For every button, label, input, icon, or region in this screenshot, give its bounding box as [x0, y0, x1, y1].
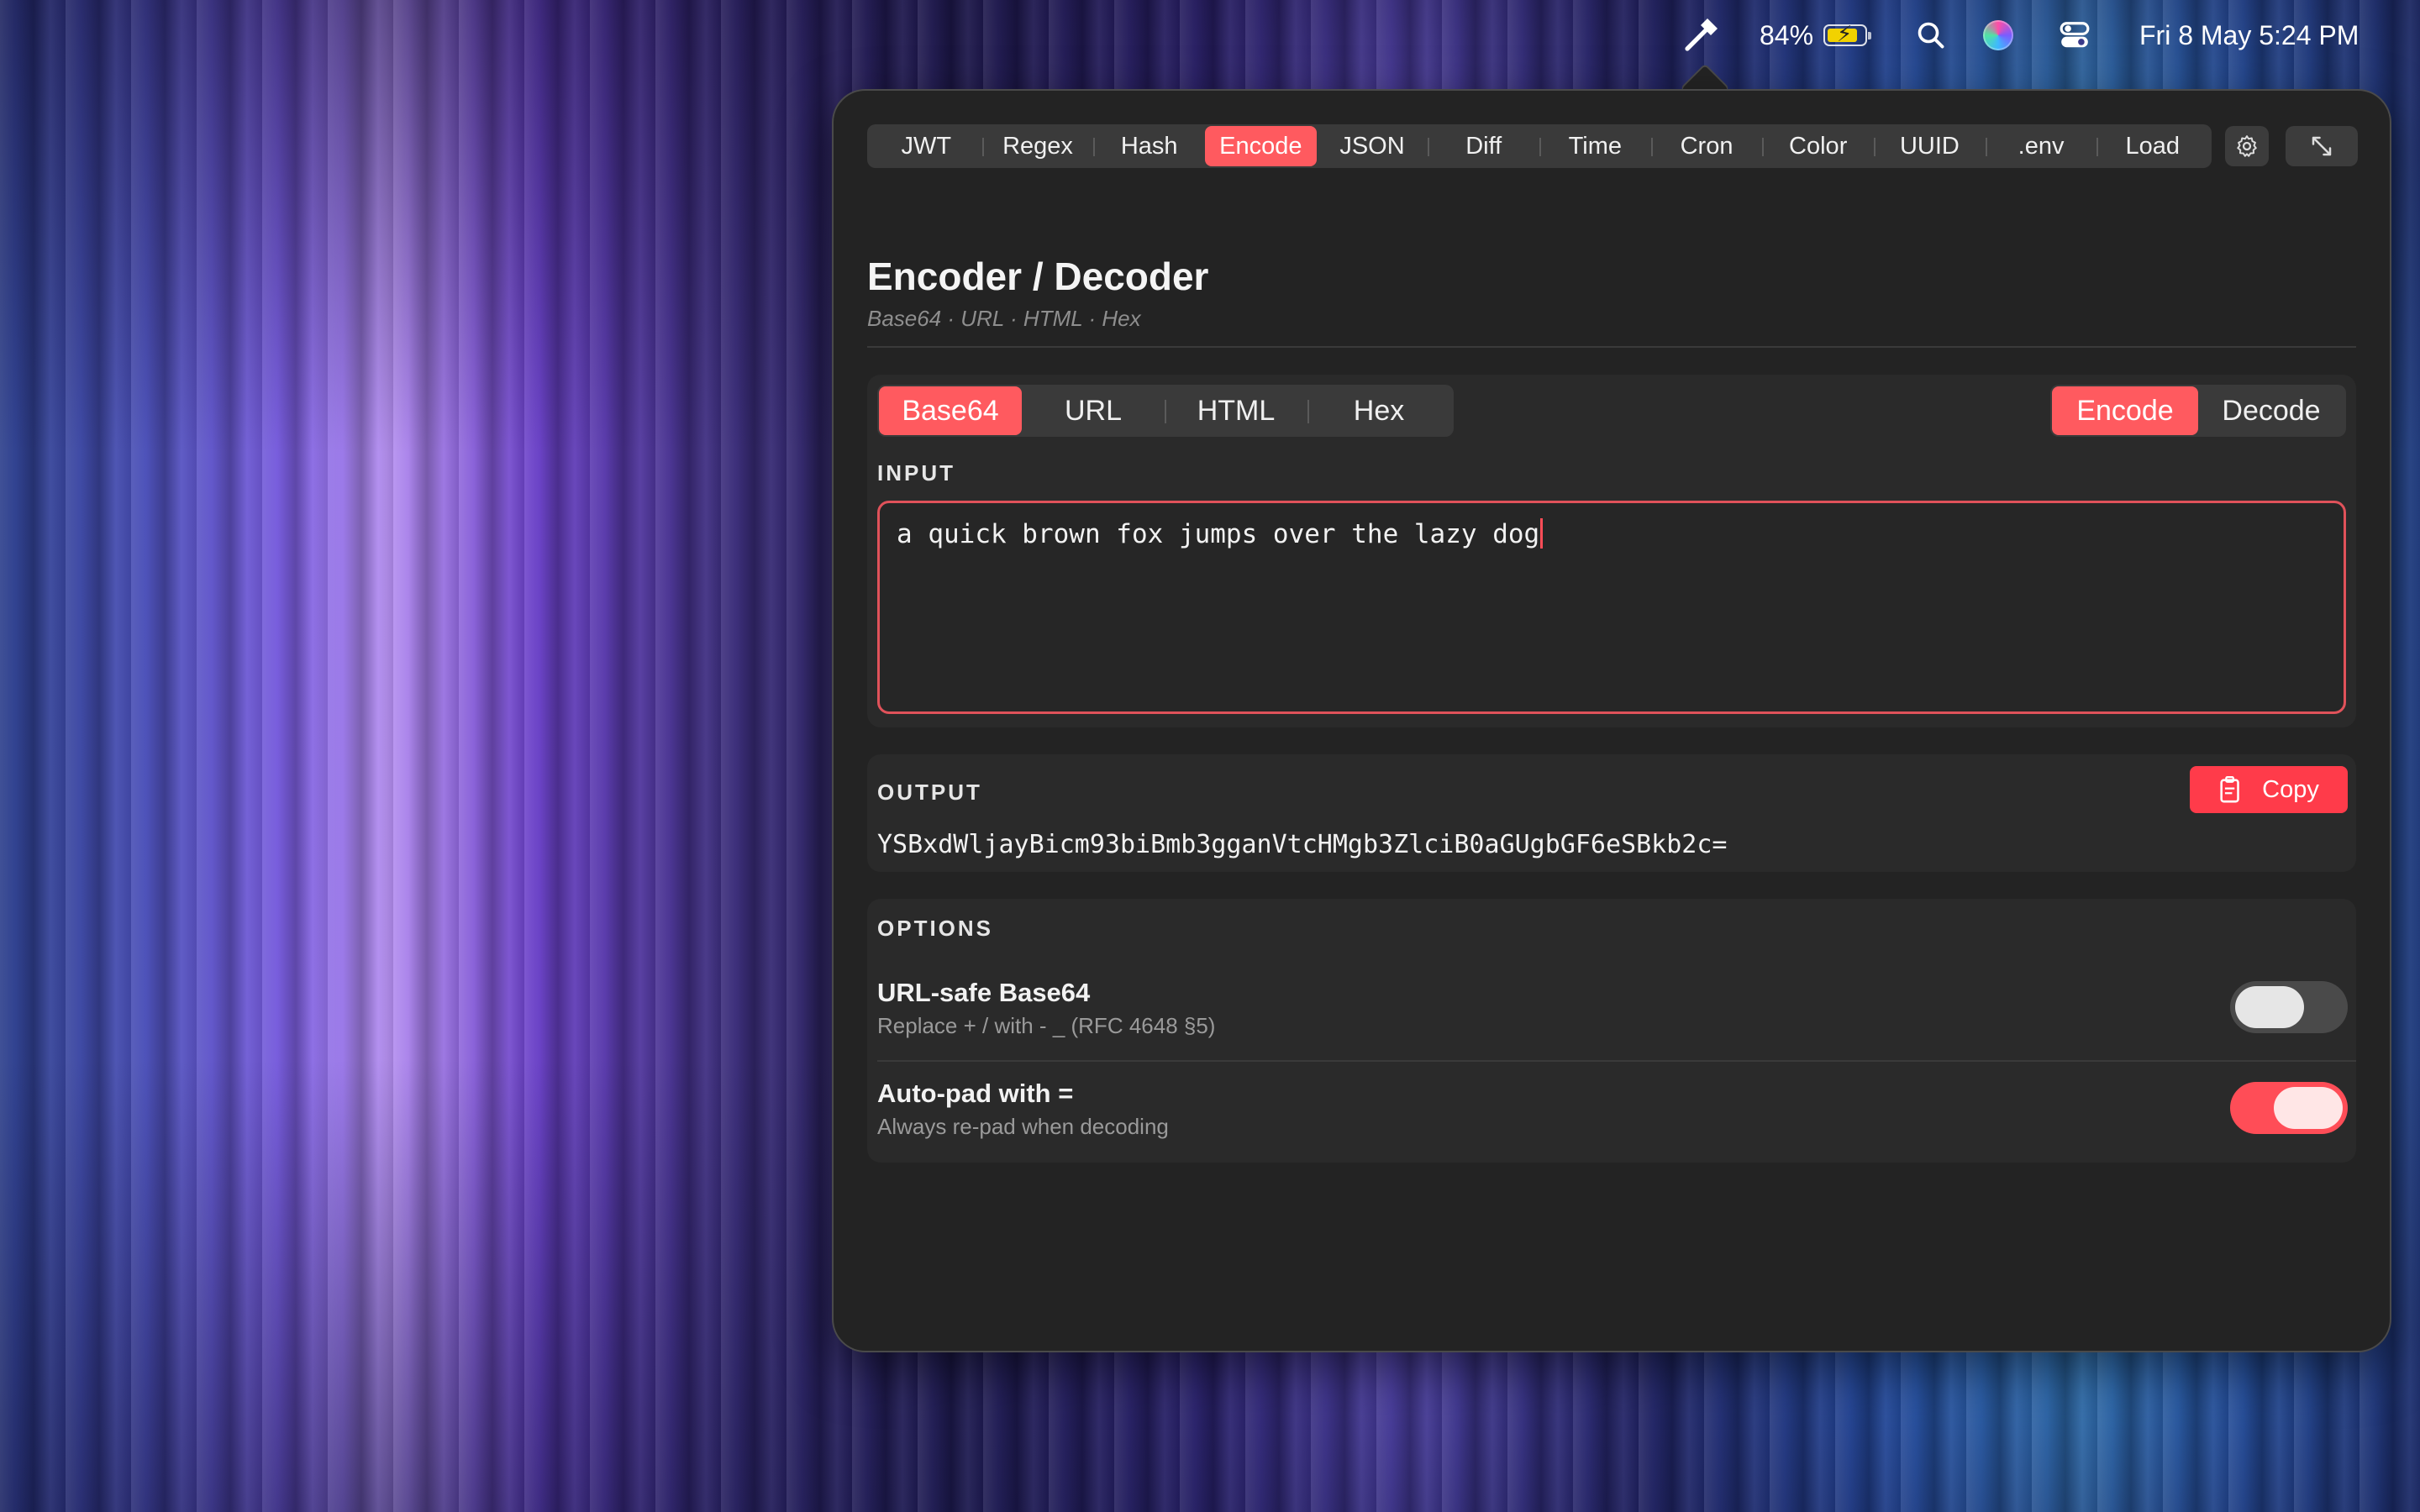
tab-color[interactable]: Color — [1762, 126, 1874, 166]
menubar-clock[interactable]: Fri 8 May 5:24 PM — [2139, 0, 2359, 71]
battery-icon[interactable]: ⚡ — [1823, 0, 1871, 71]
tab-load[interactable]: Load — [2096, 126, 2208, 166]
clipboard-icon — [2220, 775, 2239, 803]
tab-regex[interactable]: Regex — [981, 126, 1094, 166]
tab-time[interactable]: Time — [1539, 126, 1651, 166]
page-subtitle: Base64 · URL · HTML · Hex — [867, 306, 1141, 331]
format-segmented-control: Base64 URL HTML Hex — [877, 385, 1454, 437]
format-option-label: URL — [1064, 394, 1123, 427]
expand-button[interactable] — [2286, 126, 2358, 166]
auto-pad-toggle[interactable] — [2230, 1082, 2348, 1134]
expand-icon — [2312, 136, 2332, 156]
option-desc-auto-pad: Always re-pad when decoding — [877, 1114, 1169, 1139]
gear-icon — [2237, 135, 2257, 157]
segment-separator — [1165, 400, 1166, 423]
toggle-knob — [2235, 986, 2304, 1028]
option-desc-url-safe: Replace + / with - _ (RFC 4648 §5) — [877, 1013, 1216, 1038]
format-option-label: Base64 — [902, 394, 999, 427]
search-icon[interactable] — [1916, 0, 1946, 71]
format-option-html[interactable]: HTML — [1165, 386, 1307, 435]
battery-percent: 84% — [1760, 19, 1814, 50]
segment-separator — [1307, 400, 1309, 423]
text-caret — [1540, 518, 1544, 549]
mode-option-encode[interactable]: Encode — [2052, 386, 2198, 435]
tab-encode[interactable]: Encode — [1205, 126, 1317, 166]
copy-label: Copy — [2262, 775, 2319, 803]
format-option-url[interactable]: URL — [1022, 386, 1165, 435]
input-card: Base64 URL HTML Hex Encode Decode INPUT a qu… — [867, 375, 2356, 727]
format-option-hex[interactable]: Hex — [1307, 386, 1450, 435]
toggle-knob — [2274, 1087, 2343, 1129]
option-title-auto-pad: Auto-pad with = — [877, 1079, 1074, 1108]
settings-button[interactable] — [2225, 126, 2269, 166]
format-option-label: HTML — [1197, 394, 1276, 427]
input-label: INPUT — [877, 460, 955, 486]
control-center-icon[interactable] — [2059, 0, 2091, 71]
mode-option-decode[interactable]: Decode — [2198, 386, 2344, 435]
tab-hash[interactable]: Hash — [1093, 126, 1205, 166]
format-option-label: Hex — [1353, 394, 1405, 427]
dev-tools-window: JWT Regex Hash Encode JSON Diff Time Cron Color U… — [832, 89, 2391, 1352]
output-value: YSBxdWljayBicm93biBmb3gganVtcHMgb3ZlciB0… — [877, 830, 1728, 859]
tab-cron[interactable]: Cron — [1650, 126, 1763, 166]
tool-tabbar: JWT Regex Hash Encode JSON Diff Time Cron Color U… — [867, 124, 2212, 168]
hammer-icon[interactable] — [1682, 0, 1723, 71]
output-label: OUTPUT — [877, 780, 982, 805]
options-label: OPTIONS — [877, 916, 994, 941]
tab-json[interactable]: JSON — [1317, 126, 1428, 166]
tab-uuid[interactable]: UUID — [1874, 126, 1986, 166]
copy-button[interactable]: Copy — [2190, 766, 2348, 813]
format-option-base64[interactable]: Base64 — [879, 386, 1022, 435]
tab-env[interactable]: .env — [1985, 126, 2097, 166]
mode-segmented-control: Encode Decode — [2050, 385, 2346, 437]
options-card: OPTIONS URL-safe Base64 Replace + / with… — [867, 899, 2356, 1163]
url-safe-toggle[interactable] — [2230, 981, 2348, 1033]
input-text: a quick brown fox jumps over the lazy do… — [897, 519, 1540, 549]
tab-diff[interactable]: Diff — [1428, 126, 1539, 166]
output-card: OUTPUT Copy YSBxdWljayBicm93biBmb3gganVt… — [867, 754, 2356, 872]
header-divider — [867, 346, 2356, 348]
page-title: Encoder / Decoder — [867, 255, 1209, 298]
input-textarea[interactable]: a quick brown fox jumps over the lazy do… — [877, 501, 2346, 714]
option-divider — [877, 1060, 2356, 1062]
tab-jwt[interactable]: JWT — [871, 126, 982, 166]
option-title-url-safe: URL-safe Base64 — [877, 978, 1091, 1007]
siri-icon[interactable] — [1983, 0, 2013, 71]
